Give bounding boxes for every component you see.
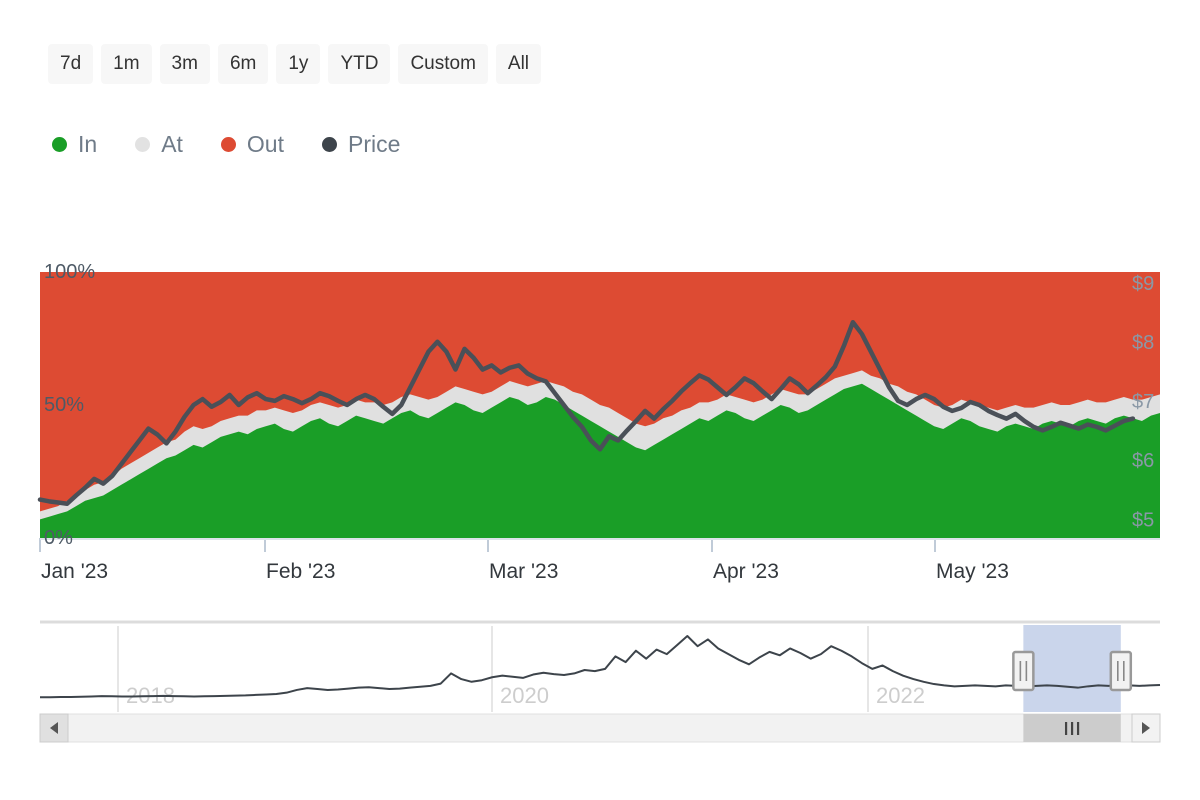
- x-axis-tick-label: May '23: [936, 560, 1009, 583]
- legend-marker-price-icon: [322, 137, 337, 152]
- area-in: [40, 384, 1160, 538]
- scrollbar-left-arrow-icon: [50, 722, 58, 734]
- range-button-3m[interactable]: 3m: [160, 44, 210, 84]
- range-button-ytd[interactable]: YTD: [328, 44, 390, 84]
- scrollbar-left-arrow-button[interactable]: [40, 714, 68, 742]
- x-axis-tick-label: Jan '23: [41, 560, 108, 583]
- navigator-handle-body[interactable]: [1013, 652, 1033, 690]
- legend-item-out[interactable]: Out: [221, 133, 284, 156]
- y-axis-left-tick-label: 0%: [44, 527, 73, 549]
- range-button-custom[interactable]: Custom: [398, 44, 487, 84]
- legend-marker-in-icon: [52, 137, 67, 152]
- navigator-price-line: [40, 636, 1160, 697]
- navigator-year-label: 2018: [126, 683, 175, 708]
- x-axis-ticks: [40, 538, 1160, 552]
- legend-marker-at-icon: [135, 137, 150, 152]
- chart-svg: 0% 50% 100% $5 $6 $7 $8 $9 Jan '23 Feb '23 Mar '…: [0, 0, 1200, 800]
- range-button-7d[interactable]: 7d: [48, 44, 93, 84]
- navigator-year-label: 2020: [500, 683, 549, 708]
- scrollbar-right-arrow-button[interactable]: [1132, 714, 1160, 742]
- legend-label: Out: [247, 133, 284, 156]
- y-axis-left-tick-label: 50%: [44, 394, 84, 416]
- y-axis-right-labels: $5 $6 $7 $8 $9: [1132, 273, 1154, 531]
- x-axis-tick-label: Apr '23: [713, 560, 779, 583]
- x-axis-tick-label: Mar '23: [489, 560, 558, 583]
- legend-marker-out-icon: [221, 137, 236, 152]
- y-axis-left-labels: 0% 50% 100%: [44, 261, 95, 549]
- stock-chart-page: 7d1m3m6m1yYTDCustomAll In At Out Price 0% 50…: [0, 0, 1200, 800]
- scrollbar-track[interactable]: [40, 714, 1160, 742]
- y-axis-right-tick-label: $8: [1132, 332, 1154, 354]
- y-axis-right-tick-label: $5: [1132, 509, 1154, 531]
- legend-label: Price: [348, 133, 400, 156]
- y-axis-left-tick-label: 100%: [44, 261, 95, 283]
- area-out: [40, 272, 1160, 538]
- legend-label: At: [161, 133, 183, 156]
- range-selector: 7d1m3m6m1yYTDCustomAll: [48, 44, 541, 84]
- legend-item-price[interactable]: Price: [322, 133, 400, 156]
- x-axis-tick-label: Feb '23: [266, 560, 335, 583]
- price-line: [40, 322, 1133, 503]
- range-button-1m[interactable]: 1m: [101, 44, 151, 84]
- navigator-handle-body[interactable]: [1111, 652, 1131, 690]
- y-axis-right-tick-label: $6: [1132, 450, 1154, 472]
- navigator-scrollbar[interactable]: [40, 714, 1160, 742]
- price-line-series: [40, 322, 1133, 503]
- range-button-6m[interactable]: 6m: [218, 44, 268, 84]
- navigator-selected-range[interactable]: [1023, 625, 1120, 712]
- chart-canvas: 0% 50% 100% $5 $6 $7 $8 $9 Jan '23 Feb '23 Mar '…: [0, 0, 1200, 800]
- area-at: [40, 370, 1160, 538]
- navigator-handle-left[interactable]: [1013, 652, 1033, 690]
- navigator-year-label: 2022: [876, 683, 925, 708]
- x-axis-labels: Jan '23 Feb '23 Mar '23 Apr '23 May '23: [41, 560, 1009, 583]
- legend-item-at[interactable]: At: [135, 133, 183, 156]
- stacked-area-series: [40, 272, 1160, 538]
- navigator-background: [40, 622, 1160, 712]
- scrollbar-thumb[interactable]: [1023, 714, 1120, 742]
- navigator-handle-right[interactable]: [1111, 652, 1131, 690]
- legend-label: In: [78, 133, 97, 156]
- navigator[interactable]: 2018 2020 2022: [40, 622, 1160, 712]
- y-axis-right-tick-label: $9: [1132, 273, 1154, 295]
- scrollbar-right-arrow-icon: [1142, 722, 1150, 734]
- chart-legend: In At Out Price: [52, 133, 400, 156]
- range-button-all[interactable]: All: [496, 44, 541, 84]
- legend-item-in[interactable]: In: [52, 133, 97, 156]
- range-button-1y[interactable]: 1y: [276, 44, 320, 84]
- y-axis-right-tick-label: $7: [1132, 391, 1154, 413]
